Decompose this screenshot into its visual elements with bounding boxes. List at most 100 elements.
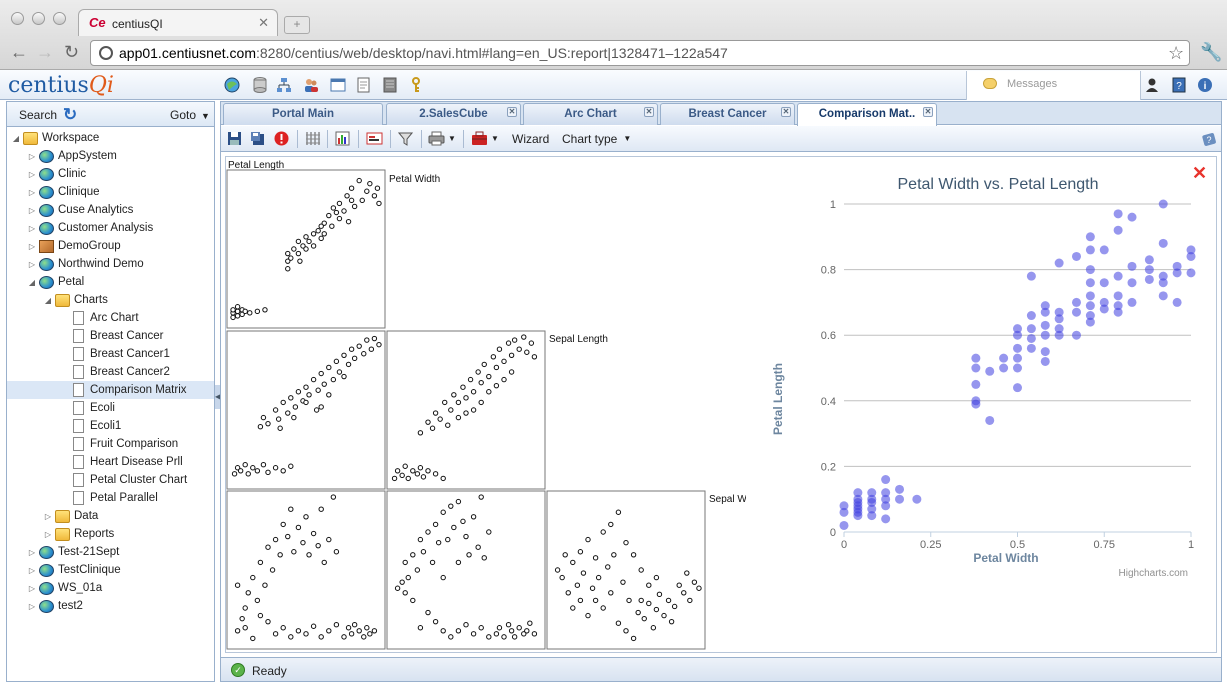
scatter-point[interactable]	[1127, 261, 1137, 271]
scatter-point[interactable]	[971, 363, 981, 373]
scatter-point[interactable]	[1040, 347, 1050, 357]
scatter-point[interactable]	[881, 488, 891, 498]
tab-breast-cancer[interactable]: Breast Cancer ✕	[660, 103, 795, 125]
scatter-point[interactable]	[1026, 333, 1036, 343]
bookmark-star-icon[interactable]: ☆	[1168, 43, 1184, 64]
scatter-point[interactable]	[1127, 278, 1137, 288]
tree-item[interactable]: ▷ Northwind Demo	[27, 255, 144, 273]
scatter-point[interactable]	[971, 399, 981, 409]
expand-arrow-icon[interactable]: ▷	[27, 566, 37, 575]
scatter-point[interactable]	[999, 363, 1009, 373]
scatter-point[interactable]	[1113, 209, 1123, 219]
tree-item[interactable]: Ecoli1	[59, 417, 121, 435]
scatter-point[interactable]	[1127, 297, 1137, 307]
tree-item[interactable]: ▷ Cuse Analytics	[27, 201, 133, 219]
tree-item[interactable]: Ecoli	[59, 399, 115, 417]
scatter-point[interactable]	[971, 353, 981, 363]
scatter-point[interactable]	[1127, 212, 1137, 222]
close-chart-icon[interactable]: ✕	[1192, 163, 1207, 183]
tree-item[interactable]: ▷ Customer Analysis	[27, 219, 153, 237]
browser-tab[interactable]: Ce centiusQI ✕	[78, 9, 278, 36]
filter-icon[interactable]	[398, 130, 413, 147]
tree-item[interactable]: ▷ WS_01a	[27, 579, 102, 597]
scatter-point[interactable]	[1099, 245, 1109, 255]
tree-item[interactable]: Heart Disease Prll	[59, 453, 183, 471]
tree-item[interactable]: Breast Cancer2	[59, 363, 170, 381]
scatter-point[interactable]	[1113, 271, 1123, 281]
back-arrow-icon[interactable]: ←	[10, 42, 28, 63]
messages-box[interactable]: Messages	[966, 71, 1141, 100]
scatter-point[interactable]	[1040, 356, 1050, 366]
scatter-point[interactable]	[1144, 274, 1154, 284]
save-icon[interactable]	[227, 130, 242, 147]
expand-arrow-icon[interactable]: ▷	[27, 602, 37, 611]
scatter-point[interactable]	[1054, 324, 1064, 334]
scatter-point[interactable]	[1026, 271, 1036, 281]
info-icon[interactable]: i	[1196, 76, 1214, 94]
scatter-point[interactable]	[999, 353, 1009, 363]
close-tab-icon[interactable]: ✕	[507, 107, 517, 117]
scatter-point[interactable]	[1085, 245, 1095, 255]
scatter-point[interactable]	[1040, 320, 1050, 330]
scatter-point[interactable]	[1172, 261, 1182, 271]
print-icon[interactable]: ▼	[428, 130, 456, 147]
tree-item[interactable]: ▷ Test-21Sept	[27, 543, 119, 561]
expand-arrow-icon[interactable]: ▷	[27, 548, 37, 557]
scatter-point[interactable]	[1113, 291, 1123, 301]
expand-arrow-icon[interactable]: ▷	[27, 152, 37, 161]
close-window-icon[interactable]	[11, 12, 24, 25]
scatter-point[interactable]	[881, 475, 891, 485]
expand-arrow-icon[interactable]: ◢	[27, 278, 37, 287]
export-toolbox-icon[interactable]: ▼	[471, 130, 499, 147]
save-as-icon[interactable]	[250, 130, 265, 147]
grid-view-icon[interactable]	[305, 130, 320, 147]
scatter-point[interactable]	[1099, 297, 1109, 307]
zoom-window-icon[interactable]	[53, 12, 66, 25]
expand-arrow-icon[interactable]: ▷	[27, 584, 37, 593]
scatter-point[interactable]	[1113, 225, 1123, 235]
database-icon[interactable]	[251, 76, 269, 94]
tree-item[interactable]: ▷ AppSystem	[27, 147, 117, 165]
tree-item[interactable]: Petal Cluster Chart	[59, 471, 187, 489]
reload-icon[interactable]: ↻	[64, 42, 79, 63]
scatter-point[interactable]	[1040, 330, 1050, 340]
server-icon[interactable]	[381, 76, 399, 94]
scatter-point[interactable]	[1144, 265, 1154, 275]
scatter-point[interactable]	[853, 488, 863, 498]
scatter-point[interactable]	[1026, 311, 1036, 321]
scatter-point[interactable]	[1099, 278, 1109, 288]
document-icon[interactable]	[355, 76, 373, 94]
scatter-point[interactable]	[1186, 268, 1196, 278]
help-icon[interactable]: ?	[1201, 130, 1217, 147]
scatter-point[interactable]	[1040, 301, 1050, 311]
scatter-point[interactable]	[1085, 278, 1095, 288]
scatter-point[interactable]	[1013, 363, 1022, 373]
expand-arrow-icon[interactable]: ▷	[43, 530, 53, 539]
scatter-point[interactable]	[839, 501, 849, 511]
expand-arrow-icon[interactable]: ◢	[43, 296, 53, 305]
scatter-point[interactable]	[1071, 251, 1081, 261]
hierarchy-icon[interactable]	[275, 76, 293, 94]
close-tab-icon[interactable]: ✕	[258, 15, 269, 31]
scatter-point[interactable]	[1071, 297, 1081, 307]
scatter-point[interactable]	[1158, 199, 1168, 209]
scatter-point[interactable]	[1026, 324, 1036, 334]
scatter-point[interactable]	[912, 494, 922, 504]
expand-arrow-icon[interactable]: ◢	[11, 134, 21, 143]
expand-arrow-icon[interactable]: ▷	[43, 512, 53, 521]
goto-dropdown[interactable]: Goto ▼	[170, 108, 210, 122]
scatter-point[interactable]	[1113, 301, 1123, 311]
tree-item[interactable]: ▷ Reports	[43, 525, 114, 543]
tree-item[interactable]: ▷ Clinic	[27, 165, 86, 183]
scatter-point[interactable]	[1158, 238, 1168, 248]
scatter-point[interactable]	[985, 415, 995, 425]
wizard-button[interactable]: Wizard	[512, 130, 549, 147]
forward-arrow-icon[interactable]: →	[36, 42, 54, 63]
search-label[interactable]: Search	[19, 108, 57, 122]
expand-arrow-icon[interactable]: ▷	[27, 242, 37, 251]
bar-chart-icon[interactable]	[335, 130, 350, 147]
tree-item[interactable]: ▷ DemoGroup	[27, 237, 121, 255]
scatter-point[interactable]	[985, 366, 995, 376]
tab-2-salescube[interactable]: 2.SalesCube ✕	[386, 103, 521, 125]
tree-item[interactable]: Petal Parallel	[59, 489, 158, 507]
